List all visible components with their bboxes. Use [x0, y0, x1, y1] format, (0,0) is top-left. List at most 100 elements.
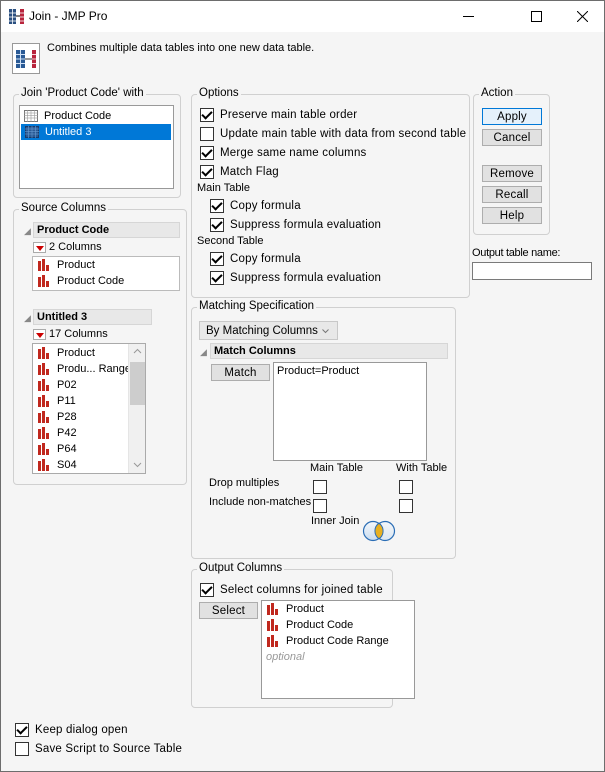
- join-table-item-selected[interactable]: Untitled 3: [21, 124, 171, 140]
- continuous-column-icon: [38, 395, 49, 407]
- data-table-icon: [24, 110, 38, 122]
- remove-button[interactable]: Remove: [482, 165, 542, 182]
- second-suppress-eval-checkbox[interactable]: Suppress formula evaluation: [210, 271, 381, 285]
- disclosure-triangle-icon[interactable]: ◢: [200, 347, 207, 358]
- column-item[interactable]: Product: [262, 601, 414, 617]
- column-item[interactable]: Product Code: [262, 617, 414, 633]
- checkbox-box[interactable]: [210, 218, 224, 232]
- output-table-name-input[interactable]: [472, 262, 592, 280]
- column-item[interactable]: Product: [33, 257, 179, 273]
- match-button[interactable]: Match: [211, 364, 270, 381]
- preserve-order-checkbox[interactable]: Preserve main table order: [200, 108, 357, 122]
- column-count-row: 2 Columns: [33, 241, 102, 253]
- scrollbar-thumb[interactable]: [130, 362, 145, 405]
- continuous-column-icon: [38, 411, 49, 423]
- column-item[interactable]: Product Code Range: [262, 633, 414, 649]
- select-columns-checkbox[interactable]: Select columns for joined table: [200, 583, 383, 597]
- source-table-name: Product Code: [37, 224, 110, 236]
- checkbox-box[interactable]: [200, 583, 214, 597]
- checkbox-label: Copy formula: [230, 253, 301, 265]
- checkbox-box[interactable]: [15, 742, 29, 756]
- output-columns-list[interactable]: Product Product Code Product Code Range op…: [261, 600, 415, 699]
- title-bar: Join - JMP Pro: [1, 1, 604, 32]
- scroll-down-icon[interactable]: [133, 462, 142, 468]
- column-name: Product Code: [286, 619, 354, 631]
- close-button[interactable]: [559, 1, 605, 32]
- checkbox-box[interactable]: [15, 723, 29, 737]
- save-script-checkbox[interactable]: Save Script to Source Table: [15, 742, 182, 756]
- source-table-header[interactable]: Product Code: [33, 222, 180, 238]
- join-dialog: Join - JMP Pro Combines multiple data ta…: [0, 0, 605, 772]
- include-nonmatches-main-checkbox[interactable]: [313, 499, 327, 513]
- column-name: Product: [57, 259, 95, 271]
- matching-method-dropdown[interactable]: By Matching Columns: [199, 321, 338, 340]
- vertical-scrollbar[interactable]: [128, 344, 145, 473]
- include-nonmatches-with-checkbox[interactable]: [399, 499, 413, 513]
- minimize-button[interactable]: [445, 1, 491, 32]
- column-name: P42: [57, 427, 77, 439]
- main-copy-formula-checkbox[interactable]: Copy formula: [210, 199, 301, 213]
- match-pair-item[interactable]: Product=Product: [274, 363, 426, 379]
- join-table-list[interactable]: Product Code Untitled 3: [19, 105, 174, 189]
- cancel-button[interactable]: Cancel: [482, 129, 542, 146]
- checkbox-label: Merge same name columns: [220, 147, 367, 159]
- with-table-col-label: With Table: [396, 462, 448, 474]
- join-app-icon: [9, 9, 24, 24]
- continuous-column-icon: [267, 603, 278, 615]
- match-pairs-list[interactable]: Product=Product: [273, 362, 427, 461]
- disclosure-triangle-icon[interactable]: ◢: [24, 313, 31, 324]
- checkbox-label: Preserve main table order: [220, 109, 358, 121]
- second-table-label: Second Table: [197, 235, 264, 247]
- checkbox-label: Suppress formula evaluation: [230, 272, 382, 284]
- column-item[interactable]: Product Code: [33, 273, 179, 289]
- checkbox-label: Copy formula: [230, 200, 301, 212]
- column-name: Product: [286, 603, 324, 615]
- continuous-column-icon: [38, 459, 49, 471]
- apply-button[interactable]: Apply: [482, 108, 542, 125]
- venn-inner-join-icon[interactable]: [362, 520, 396, 542]
- drop-multiples-with-checkbox[interactable]: [399, 480, 413, 494]
- continuous-column-icon: [38, 363, 49, 375]
- checkbox-box[interactable]: [200, 146, 214, 160]
- second-copy-formula-checkbox[interactable]: Copy formula: [210, 252, 301, 266]
- source-column-list-2[interactable]: Product Produ... Range P02 P11 P28 P42 P64 S04: [32, 343, 146, 474]
- checkbox-label: Update main table with data from second …: [220, 128, 467, 140]
- keep-dialog-open-checkbox[interactable]: Keep dialog open: [15, 723, 128, 737]
- update-main-table-checkbox[interactable]: Update main table with data from second …: [200, 127, 466, 141]
- options-group: Options: [191, 87, 470, 298]
- source-column-list-1[interactable]: Product Product Code: [32, 256, 180, 291]
- options-label: Options: [197, 87, 241, 99]
- recall-button[interactable]: Recall: [482, 186, 542, 203]
- scroll-up-icon[interactable]: [133, 348, 142, 354]
- checkbox-label: Keep dialog open: [35, 724, 128, 736]
- continuous-column-icon: [38, 259, 49, 271]
- merge-same-name-checkbox[interactable]: Merge same name columns: [200, 146, 367, 160]
- column-name: P28: [57, 411, 77, 423]
- main-suppress-eval-checkbox[interactable]: Suppress formula evaluation: [210, 218, 381, 232]
- checkbox-box[interactable]: [200, 127, 214, 141]
- match-columns-header[interactable]: Match Columns: [210, 343, 448, 359]
- checkbox-box[interactable]: [200, 108, 214, 122]
- match-flag-checkbox[interactable]: Match Flag: [200, 165, 279, 179]
- matching-method-value: By Matching Columns: [206, 324, 318, 337]
- select-button[interactable]: Select: [199, 602, 258, 619]
- drop-multiples-main-checkbox[interactable]: [313, 480, 327, 494]
- checkbox-box[interactable]: [210, 252, 224, 266]
- checkbox-box[interactable]: [210, 199, 224, 213]
- help-button[interactable]: Help: [482, 207, 542, 224]
- column-count: 2 Columns: [49, 241, 102, 253]
- maximize-button[interactable]: [513, 1, 559, 32]
- red-triangle-menu-icon[interactable]: [33, 328, 46, 340]
- source-table-header[interactable]: Untitled 3: [33, 309, 152, 325]
- checkbox-box[interactable]: [200, 165, 214, 179]
- join-table-item[interactable]: Product Code: [20, 108, 173, 124]
- column-name: Produ... Range: [57, 363, 131, 375]
- match-pair-text: Product=Product: [277, 365, 360, 377]
- maximize-icon: [530, 11, 542, 22]
- matching-spec-label: Matching Specification: [197, 300, 317, 312]
- red-triangle-menu-icon[interactable]: [33, 241, 46, 253]
- checkbox-box[interactable]: [210, 271, 224, 285]
- continuous-column-icon: [267, 619, 278, 631]
- disclosure-triangle-icon[interactable]: ◢: [24, 226, 31, 237]
- window-title: Join - JMP Pro: [29, 9, 108, 23]
